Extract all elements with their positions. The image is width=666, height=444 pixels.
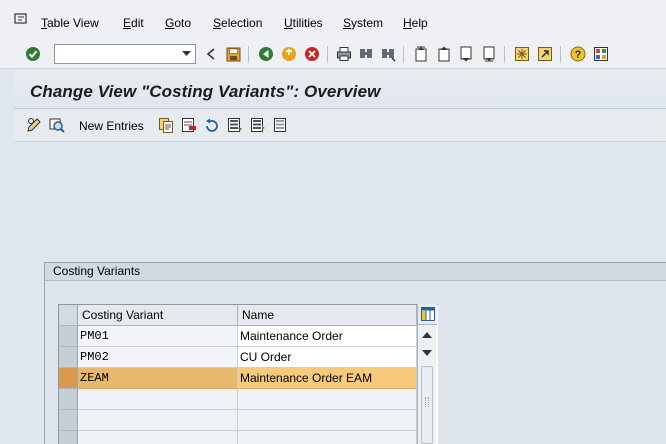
title-bar: Change View "Costing Variants": Overview [14, 70, 666, 109]
table-row[interactable] [78, 389, 417, 410]
row-selector[interactable] [59, 326, 78, 347]
scroll-thumb[interactable] [421, 366, 433, 444]
menu-table-view[interactable]: Table View [41, 16, 99, 30]
cell-name[interactable] [238, 389, 417, 410]
cell-name[interactable]: Maintenance Order EAM [238, 368, 417, 389]
menu-help[interactable]: Help [403, 16, 428, 30]
select-block-icon[interactable] [250, 117, 266, 133]
help-icon[interactable]: ? [570, 46, 586, 62]
scroll-up-icon[interactable] [421, 329, 433, 341]
chevron-down-icon[interactable] [177, 45, 195, 63]
cell-name[interactable]: Maintenance Order [238, 326, 417, 347]
layout-icon[interactable] [593, 46, 609, 62]
copy-as-icon[interactable] [158, 117, 174, 133]
new-entries-button[interactable]: New Entries [79, 119, 144, 133]
cell-name[interactable]: CU Order [238, 347, 417, 368]
application-toolbar: New Entries [14, 110, 666, 142]
back-icon[interactable] [203, 46, 219, 62]
menu-system[interactable]: System [343, 16, 383, 30]
previous-page-icon[interactable] [436, 46, 452, 62]
cell-costing-variant[interactable]: PM01 [78, 326, 238, 347]
table-settings-icon[interactable] [418, 304, 437, 325]
save-icon[interactable] [225, 46, 241, 62]
select-all-rows-button[interactable] [59, 305, 78, 326]
toolbar-separator [248, 46, 249, 63]
table-row[interactable] [78, 410, 417, 431]
standard-toolbar: ? [0, 40, 666, 69]
svg-text:?: ? [575, 49, 582, 61]
scroll-down-icon[interactable] [421, 347, 433, 359]
row-selector[interactable] [59, 389, 78, 410]
toolbar-separator [504, 46, 505, 63]
table-row[interactable]: PM02 CU Order [78, 347, 417, 368]
row-selector[interactable] [59, 410, 78, 431]
create-session-icon[interactable] [514, 46, 530, 62]
costing-variants-table: Costing Variant Name PM01 Maintenance Or… [58, 304, 438, 444]
row-selector[interactable] [59, 347, 78, 368]
row-selector-selected[interactable] [59, 368, 78, 389]
last-page-icon[interactable] [481, 46, 497, 62]
table-row[interactable] [78, 431, 417, 444]
find-next-icon[interactable] [380, 46, 396, 62]
grip-icon [425, 397, 429, 407]
glasses-icon[interactable] [49, 117, 65, 133]
display-change-icon[interactable] [26, 117, 42, 133]
select-all-icon[interactable] [227, 117, 243, 133]
delete-icon[interactable] [181, 117, 197, 133]
menu-edit[interactable]: Edit [123, 16, 144, 30]
column-header-costing-variant[interactable]: Costing Variant [78, 305, 238, 326]
toolbar-separator [403, 46, 404, 63]
system-menu-icon[interactable] [14, 13, 28, 25]
cancel-icon[interactable] [304, 46, 320, 62]
table-scrollbar[interactable] [417, 304, 437, 444]
first-page-icon[interactable] [413, 46, 429, 62]
command-input[interactable] [55, 45, 175, 63]
enter-icon[interactable] [25, 46, 41, 62]
cell-costing-variant[interactable]: PM02 [78, 347, 238, 368]
menu-utilities[interactable]: Utilities [284, 16, 323, 30]
undo-change-icon[interactable] [204, 117, 220, 133]
table-row[interactable]: PM01 Maintenance Order [78, 326, 417, 347]
cell-name[interactable] [238, 410, 417, 431]
toolbar-separator [560, 46, 561, 63]
menu-goto[interactable]: Goto [165, 16, 191, 30]
cell-costing-variant[interactable] [78, 389, 238, 410]
column-header-name[interactable]: Name [238, 305, 417, 326]
menu-selection[interactable]: Selection [213, 16, 262, 30]
menu-bar: Table View Edit Goto Selection Utilities… [0, 0, 666, 40]
back-nav-icon[interactable] [258, 46, 274, 62]
next-page-icon[interactable] [458, 46, 474, 62]
cell-name[interactable] [238, 431, 417, 444]
exit-icon[interactable] [281, 46, 297, 62]
cell-costing-variant[interactable]: ZEAM [78, 368, 238, 389]
table-row-selected[interactable]: ZEAM Maintenance Order EAM [78, 368, 417, 389]
toolbar-separator [327, 46, 328, 63]
shortcut-icon[interactable] [537, 46, 553, 62]
command-field[interactable] [54, 44, 196, 64]
row-selector[interactable] [59, 431, 78, 444]
deselect-all-icon[interactable] [273, 117, 289, 133]
cell-costing-variant[interactable] [78, 410, 238, 431]
cell-costing-variant[interactable] [78, 431, 238, 444]
group-title: Costing Variants [45, 263, 666, 281]
find-icon[interactable] [358, 46, 374, 62]
page-title: Change View "Costing Variants": Overview [30, 82, 381, 101]
print-icon[interactable] [336, 46, 352, 62]
